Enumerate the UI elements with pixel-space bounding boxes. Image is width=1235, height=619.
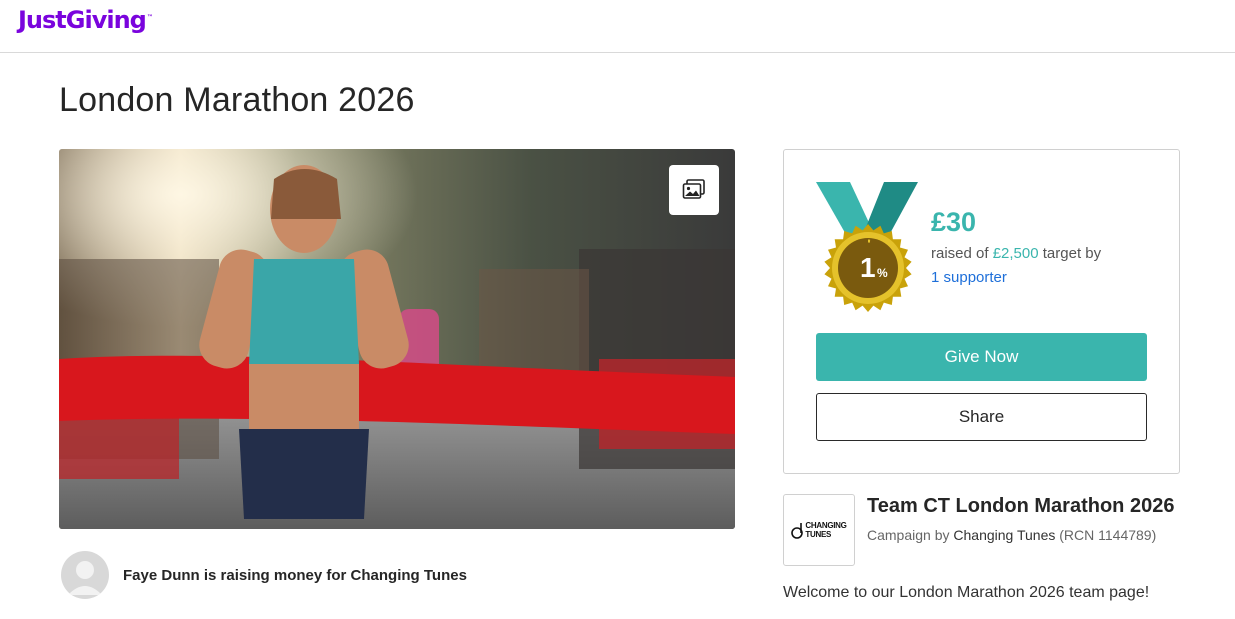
page-title: London Marathon 2026 <box>59 81 415 119</box>
fundraiser-text: Faye Dunn is raising money for Changing … <box>123 566 467 584</box>
site-header: JustGiving™ <box>0 0 1235 53</box>
hero-image[interactable] <box>59 149 735 529</box>
campaign-title[interactable]: Team CT London Marathon 2026 <box>867 495 1174 518</box>
charity-link[interactable]: Changing Tunes <box>953 527 1055 543</box>
campaign-logo-line1: CHANGING <box>805 521 847 530</box>
campaign-by: Campaign by Changing Tunes (RCN 1144789) <box>867 527 1157 543</box>
donation-card: 1 % £30 raised of £2,500 target by 1 sup… <box>783 149 1180 474</box>
progress-medal-icon: 1 % <box>816 182 918 312</box>
marathon-runner-photo <box>59 149 735 529</box>
campaign-logo-line2: TUNES <box>805 530 832 539</box>
raised-line: raised of £2,500 target by <box>931 245 1102 262</box>
user-placeholder-icon <box>68 561 102 595</box>
fundraiser-info: Faye Dunn is raising money for Changing … <box>61 551 467 599</box>
music-note-icon <box>791 523 804 539</box>
amount-raised: £30 <box>931 207 977 237</box>
supporters-link[interactable]: 1 supporter <box>931 269 1007 286</box>
medal-percent-sign: % <box>877 266 888 280</box>
avatar[interactable] <box>61 551 109 599</box>
medal-percent: 1 <box>860 252 876 283</box>
target-amount: £2,500 <box>992 245 1039 262</box>
image-gallery-icon <box>682 179 705 199</box>
welcome-text: Welcome to our London Marathon 2026 team… <box>783 584 1150 601</box>
campaign-logo[interactable]: CHANGING TUNES <box>783 494 855 566</box>
justgiving-logo[interactable]: JustGiving™ <box>18 6 153 34</box>
gallery-button[interactable] <box>669 165 719 215</box>
give-now-button[interactable]: Give Now <box>816 333 1147 381</box>
share-button[interactable]: Share <box>816 393 1147 441</box>
